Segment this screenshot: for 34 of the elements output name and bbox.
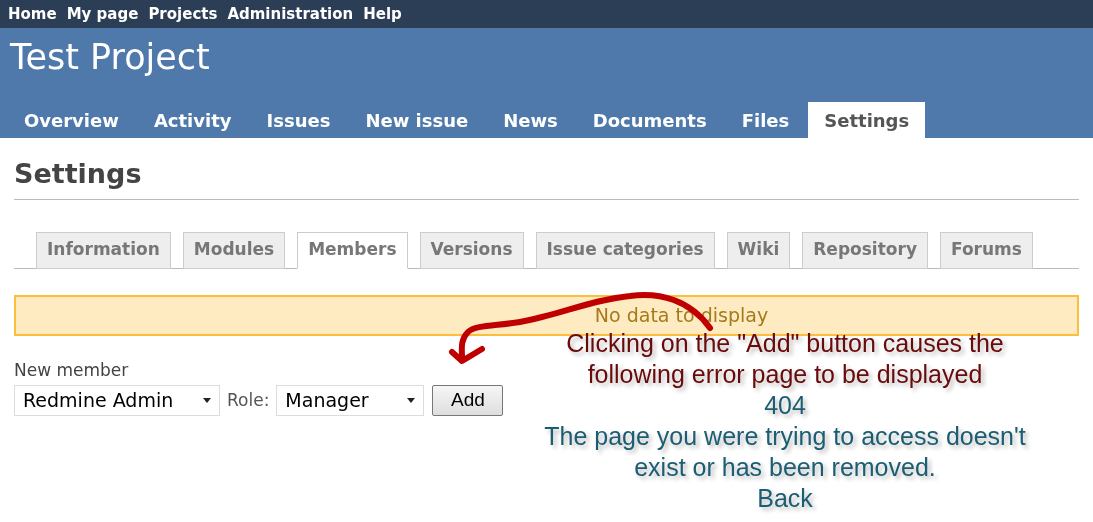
section-tab[interactable]: Wiki — [726, 231, 791, 269]
top-menu-link[interactable]: Help — [363, 2, 402, 26]
top-menu-link[interactable]: Administration — [227, 2, 354, 26]
error-code: 404 — [764, 390, 806, 421]
section-tab[interactable]: Modules — [182, 231, 286, 269]
page-heading: Settings — [14, 138, 1079, 200]
project-title: Test Project — [9, 36, 211, 79]
main-tab[interactable]: Issues — [250, 102, 347, 138]
main-tab[interactable]: New issue — [349, 102, 485, 138]
caret-icon — [407, 398, 416, 403]
top-menu-link[interactable]: Projects — [148, 2, 218, 26]
new-member-label: New member — [14, 358, 129, 382]
section-tab[interactable]: Information — [36, 231, 171, 269]
main-tab[interactable]: Files — [725, 102, 806, 138]
back-text: Back — [757, 483, 813, 514]
section-tab[interactable]: Repository — [802, 231, 928, 269]
top-menu-link[interactable]: Home — [8, 2, 57, 26]
section-tab[interactable]: Versions — [419, 231, 524, 269]
role-label: Role: — [227, 388, 270, 412]
section-tab[interactable]: Issue categories — [535, 231, 715, 269]
main-tab[interactable]: News — [487, 102, 574, 138]
section-tab[interactable]: Forums — [939, 231, 1033, 269]
role-select[interactable]: Manager — [276, 385, 425, 416]
main-tab[interactable]: Documents — [576, 102, 723, 138]
top-menu-link[interactable]: My page — [66, 2, 139, 26]
member-select[interactable]: Redmine Admin — [14, 385, 220, 416]
main-tab[interactable]: Overview — [8, 102, 135, 138]
error-message: The page you were trying to access doesn't exist or has been removed. — [543, 421, 1027, 483]
main-tab[interactable]: Activity — [137, 102, 248, 138]
caret-icon — [203, 398, 211, 403]
main-tab[interactable]: Settings — [808, 102, 926, 138]
annotation-note: Clicking on the "Add" button causes the following error page to be displayed — [565, 328, 1005, 390]
add-button[interactable]: Add — [432, 385, 504, 416]
section-tab[interactable]: Members — [297, 231, 408, 269]
